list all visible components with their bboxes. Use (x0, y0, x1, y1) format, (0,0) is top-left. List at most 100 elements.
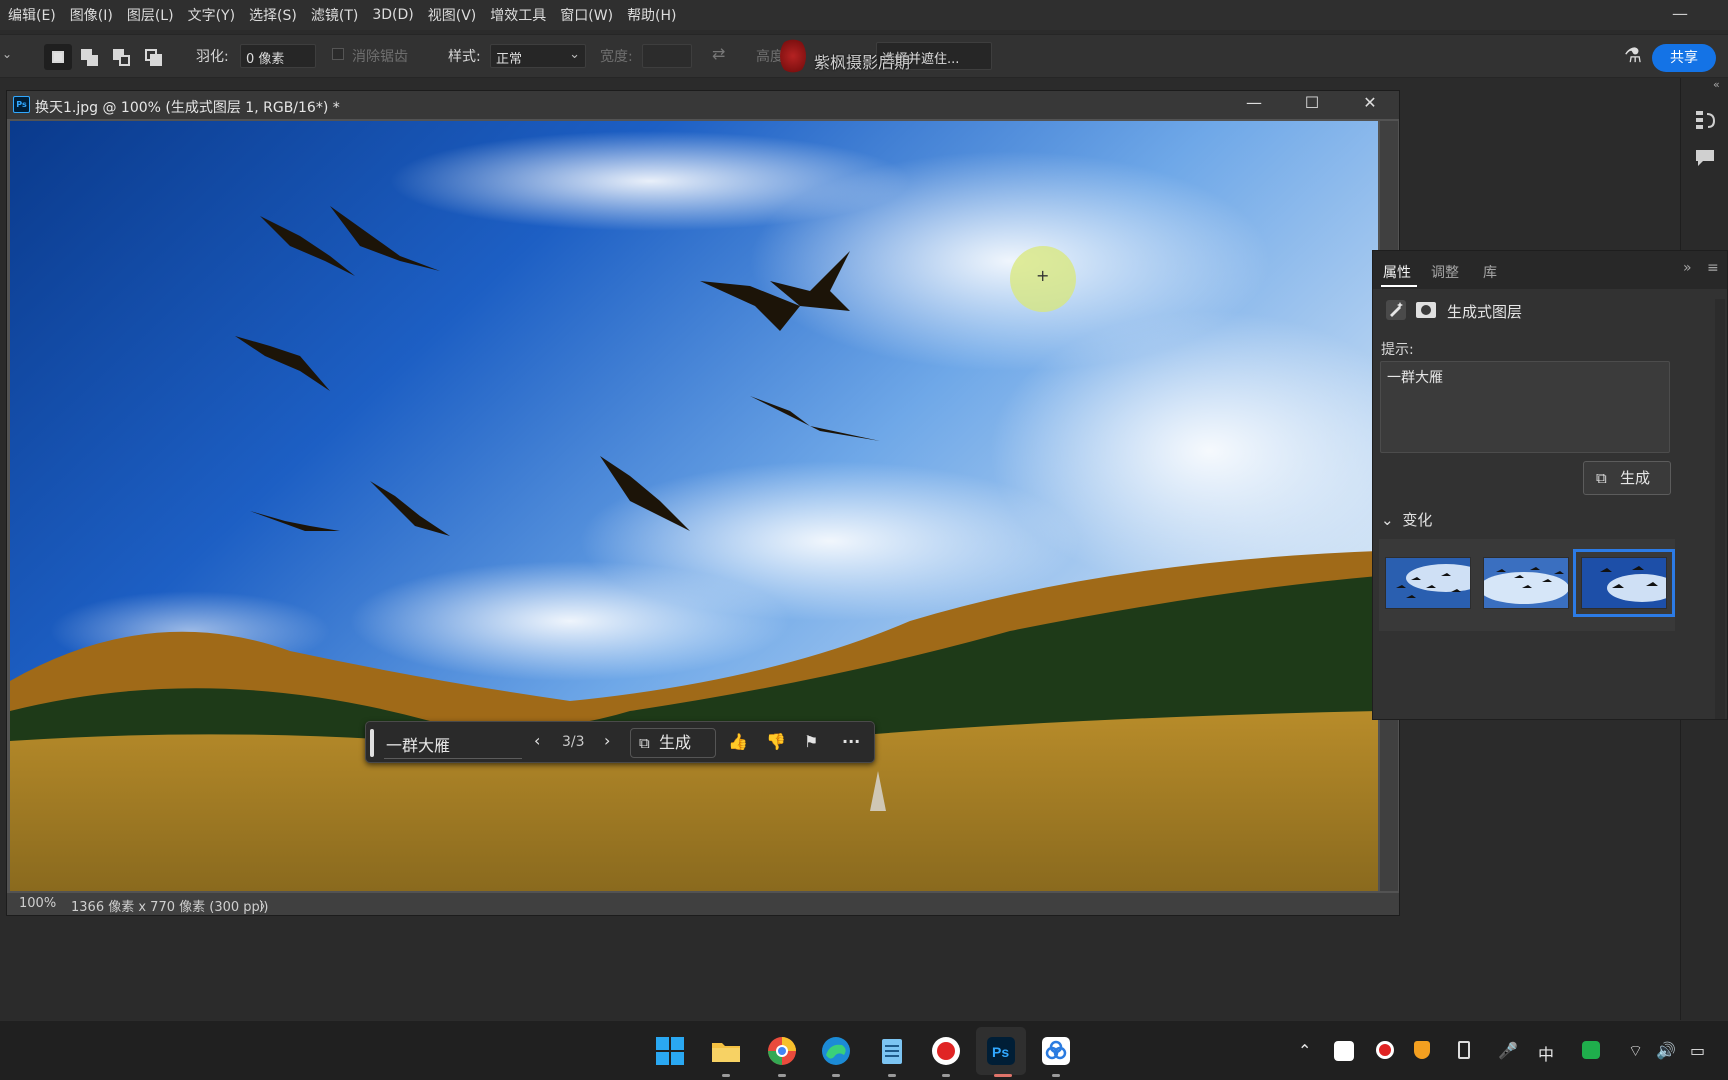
windows-start-icon[interactable] (654, 1035, 686, 1067)
variation-thumbnail[interactable] (1385, 557, 1471, 609)
menu-plugins[interactable]: 增效工具 (483, 5, 553, 25)
thumbs-down-icon[interactable]: 👎 (766, 732, 786, 751)
photoshop-taskbar-icon[interactable]: Ps (985, 1035, 1017, 1067)
app-minimize-button[interactable]: — (1672, 4, 1688, 23)
tab-adjustments[interactable]: 调整 (1431, 262, 1459, 282)
doc-close-button[interactable]: ✕ (1355, 93, 1385, 112)
document-title: 换天1.jpg @ 100% (生成式图层 1, RGB/16*) * (35, 100, 340, 116)
volume-icon[interactable]: 🔊 (1656, 1041, 1676, 1060)
battery-icon[interactable]: ▭ (1690, 1041, 1705, 1060)
prompt-textarea[interactable]: 一群大雁 (1380, 361, 1670, 453)
menu-window[interactable]: 窗口(W) (553, 5, 620, 25)
antialias-checkbox[interactable] (332, 48, 344, 60)
tool-preset-chevron-icon[interactable]: ⌄ (2, 47, 12, 61)
menu-help[interactable]: 帮助(H) (620, 5, 683, 25)
tray-expand-icon[interactable]: ⌃ (1298, 1041, 1311, 1060)
tab-libraries[interactable]: 库 (1483, 262, 1497, 282)
style-select[interactable]: 正常 ⌄ (490, 44, 586, 68)
previous-variation-icon[interactable]: ‹ (534, 731, 540, 750)
variations-label: 变化 (1402, 511, 1433, 529)
beaker-icon[interactable]: ⚗ (1624, 43, 1642, 67)
notepad-icon[interactable] (876, 1035, 908, 1067)
menu-filter[interactable]: 滤镜(T) (304, 5, 365, 25)
intersect-selection-button[interactable] (140, 44, 168, 70)
generate-button[interactable]: ⧉ 生成 (1583, 461, 1671, 495)
menu-bar: 编辑(E) 图像(I) 图层(L) 文字(Y) 选择(S) 滤镜(T) 3D(D… (0, 0, 1728, 30)
feather-input[interactable]: 0 像素 (240, 44, 316, 68)
width-label: 宽度: (600, 49, 633, 65)
tray-ime-indicator[interactable]: 中 (1538, 1041, 1554, 1065)
wifi-icon[interactable]: ⌔ (1628, 1041, 1643, 1061)
generate-label: 生成 (1620, 469, 1651, 487)
menu-select[interactable]: 选择(S) (242, 5, 304, 25)
style-label: 样式: (448, 49, 481, 65)
tray-microphone-icon[interactable]: 🎤 (1498, 1041, 1518, 1060)
subtract-from-selection-button[interactable] (108, 44, 136, 70)
tray-usb-icon[interactable] (1458, 1041, 1470, 1059)
chevron-down-icon: ⌄ (569, 47, 580, 62)
chevron-down-icon: ⌄ (1381, 511, 1394, 529)
next-variation-icon[interactable]: › (604, 731, 610, 750)
collapse-dock-icon[interactable]: « (1713, 78, 1720, 91)
active-tab-underline (1381, 285, 1417, 287)
panel-collapse-icon[interactable]: » (1683, 260, 1692, 276)
geese-flock (235, 206, 880, 536)
tray-cloud-icon[interactable] (1334, 1041, 1354, 1061)
thumbs-up-icon[interactable]: 👍 (728, 732, 748, 751)
menu-image[interactable]: 图像(I) (63, 5, 120, 25)
edge-browser-icon[interactable] (820, 1035, 852, 1067)
variations-header[interactable]: ⌄ 变化 (1381, 509, 1432, 530)
running-indicator (722, 1074, 730, 1077)
feather-label: 羽化: (196, 49, 229, 65)
menu-edit[interactable]: 编辑(E) (0, 5, 63, 25)
add-to-selection-button[interactable] (76, 44, 104, 70)
variations-grid (1379, 539, 1675, 631)
variation-thumbnail[interactable] (1483, 557, 1569, 609)
tray-sogou-icon[interactable] (1582, 1041, 1600, 1059)
ctx-prompt-input[interactable]: 一群大雁 (386, 732, 450, 756)
prompt-label: 提示: (1381, 342, 1414, 358)
image-canvas[interactable]: + (10, 121, 1378, 891)
new-selection-button[interactable] (44, 44, 72, 70)
layer-type-label: 生成式图层 (1447, 303, 1523, 321)
tray-recorder-icon[interactable] (1376, 1041, 1394, 1059)
ctx-generate-label: 生成 (659, 733, 692, 752)
photoshop-doc-icon: Ps (13, 96, 30, 113)
tray-shield-icon[interactable] (1414, 1041, 1430, 1059)
properties-panel: 属性 调整 库 » ≡ 生成式图层 提示: 一群大雁 ⧉ 生成 ⌄ 变化 (1372, 250, 1728, 720)
doc-maximize-button[interactable]: ☐ (1297, 93, 1327, 112)
more-options-icon[interactable]: ··· (842, 732, 860, 751)
doc-minimize-button[interactable]: — (1239, 93, 1269, 112)
tab-properties[interactable]: 属性 (1383, 262, 1411, 282)
menu-view[interactable]: 视图(V) (421, 5, 484, 25)
ctx-generate-button[interactable]: ⧉ 生成 (630, 728, 716, 758)
menu-3d[interactable]: 3D(D) (365, 7, 420, 23)
drag-handle[interactable] (370, 729, 374, 757)
swap-icon[interactable]: ⇄ (712, 44, 725, 63)
share-button[interactable]: 共享 (1652, 44, 1716, 72)
info-menu-arrow[interactable]: 〉 (259, 896, 272, 915)
zoom-level[interactable]: 100% (19, 896, 56, 911)
menu-layer[interactable]: 图层(L) (120, 5, 181, 25)
comments-panel-icon[interactable] (1693, 146, 1717, 170)
menu-type[interactable]: 文字(Y) (181, 5, 242, 25)
panel-menu-icon[interactable]: ≡ (1707, 260, 1719, 276)
svg-text:Ps: Ps (992, 1044, 1009, 1060)
options-bar: ⌄ 羽化: 0 像素 消除锯齿 样式: 正常 ⌄ 宽度: ⇄ 高度: 选择并遮住… (0, 34, 1728, 78)
cloud-drive-icon[interactable] (1040, 1035, 1072, 1067)
screen-recorder-icon[interactable] (930, 1035, 962, 1067)
report-flag-icon[interactable]: ⚑ (804, 732, 818, 751)
running-indicator (832, 1074, 840, 1077)
ctx-prompt-underline (384, 758, 522, 759)
status-bar: 100% 1366 像素 x 770 像素 (300 ppi) 〉 (7, 893, 1399, 915)
browser-icon[interactable] (766, 1035, 798, 1067)
width-input[interactable] (642, 44, 692, 68)
document-titlebar[interactable]: Ps 换天1.jpg @ 100% (生成式图层 1, RGB/16*) * —… (7, 91, 1399, 119)
watermark-seal-icon (780, 37, 806, 75)
properties-scrollbar[interactable] (1715, 299, 1725, 719)
variation-thumbnail-selected[interactable] (1573, 549, 1675, 617)
variation-counter: 3/3 (562, 734, 585, 750)
history-panel-icon[interactable] (1693, 108, 1717, 132)
generate-icon: ⧉ (1596, 469, 1607, 487)
file-explorer-icon[interactable] (710, 1035, 742, 1067)
